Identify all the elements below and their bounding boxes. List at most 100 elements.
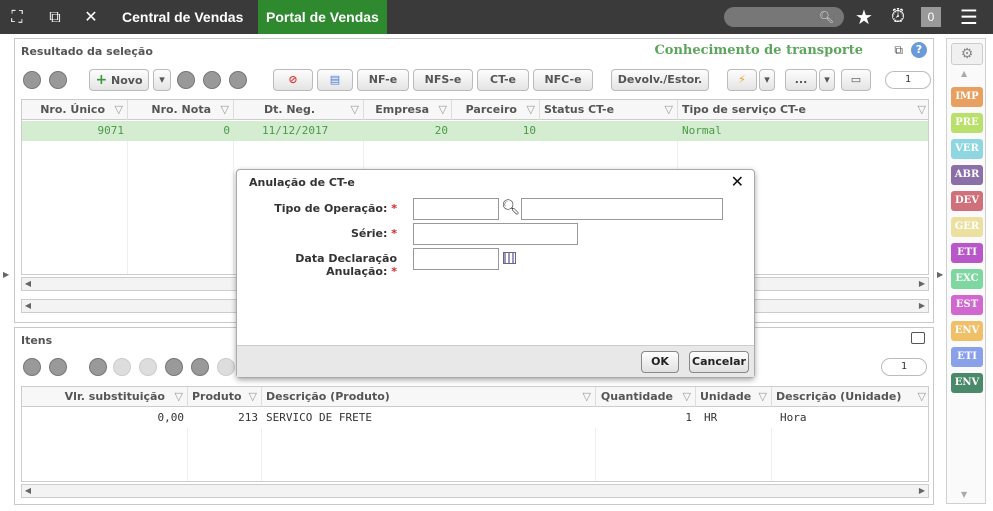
filter-icon: ▽ (758, 390, 767, 403)
sidebar-button-ger[interactable]: GER (951, 217, 983, 237)
sidebar-button-imp[interactable]: IMP (951, 87, 983, 107)
cancel-button[interactable]: Cancelar (689, 351, 749, 373)
serie-input[interactable] (413, 223, 578, 245)
col-descricao-produto[interactable]: Descrição (Produto) ▽ (262, 387, 596, 407)
cte-button[interactable]: CT-e (477, 69, 529, 91)
report-button[interactable]: ▤ (317, 69, 353, 91)
col-unidade[interactable]: Unidade ▽ (696, 387, 772, 407)
confirm-icon[interactable] (217, 358, 235, 376)
table-row[interactable]: 0,00 213 SERVICO DE FRETE 1 HR Hora (22, 408, 928, 428)
calendar-icon[interactable] (503, 252, 516, 264)
sidebar-button-eti[interactable]: ETI (951, 243, 983, 263)
nfe-button[interactable]: NF-e (357, 69, 409, 91)
col-produto[interactable]: Produto ▽ (188, 387, 262, 407)
previous-icon[interactable] (139, 358, 157, 376)
col-empresa[interactable]: Empresa ▽ (364, 100, 452, 120)
scroll-left-icon[interactable]: ◀ (22, 300, 34, 312)
tipo-operacao-label: Tipo de Operação: * (274, 202, 397, 215)
document-type-title: Conhecimento de transporte (654, 43, 863, 58)
col-descricao-unidade[interactable]: Descrição (Unidade) ▽ (772, 387, 928, 407)
data-declaracao-input[interactable] (413, 248, 499, 270)
nfse-button[interactable]: NFS-e (413, 69, 473, 91)
menu-icon[interactable]: ☰ (954, 0, 984, 34)
col-status-cte[interactable]: Status CT-e ▽ (540, 100, 678, 120)
scroll-up-icon[interactable]: ▲ (961, 69, 967, 78)
scroll-right-icon[interactable]: ▶ (916, 278, 928, 290)
copy-record-icon[interactable] (177, 71, 195, 89)
copy-icon[interactable] (89, 358, 107, 376)
sidebar-button-env-2[interactable]: ENV (951, 373, 983, 393)
grid-view-icon[interactable] (23, 71, 41, 89)
lightning-dropdown-button[interactable]: ▾ (759, 69, 775, 91)
options-icon[interactable] (49, 358, 67, 376)
col-quantidade[interactable]: Quantidade ▽ (596, 387, 696, 407)
first-icon[interactable] (113, 358, 131, 376)
filter-icon: ▽ (174, 390, 183, 403)
filter-icon: ▽ (220, 103, 229, 116)
last-icon[interactable] (191, 358, 209, 376)
close-icon[interactable]: ✕ (80, 0, 102, 34)
alarm-clock-icon[interactable]: ⏰︎ (886, 0, 910, 34)
sidebar-button-abr[interactable]: ABR (951, 165, 983, 185)
sidebar-button-eti-2[interactable]: ETI (951, 347, 983, 367)
tab-central-de-vendas[interactable]: Central de Vendas (114, 0, 251, 34)
col-nro-nota[interactable]: Nro. Nota ▽ (128, 100, 234, 120)
search-input[interactable]: 🔍︎ (724, 7, 844, 27)
new-button[interactable]: + Novo (89, 69, 149, 91)
windows-icon[interactable]: ⧉ (44, 0, 66, 34)
items-title: Itens (21, 334, 53, 347)
panel-title: Resultado da seleção (21, 45, 153, 58)
nfce-button[interactable]: NFC-e (533, 69, 593, 91)
scroll-left-icon[interactable]: ◀ (22, 278, 34, 290)
next-icon[interactable] (165, 358, 183, 376)
sidebar-button-env[interactable]: ENV (951, 321, 983, 341)
tipo-operacao-input[interactable] (413, 198, 499, 220)
devolv-estor-button[interactable]: Devolv./Estor. (611, 69, 709, 91)
copy-icon[interactable]: ⧉ (894, 43, 903, 58)
save-button[interactable]: ▭ (841, 69, 871, 91)
left-collapse-icon[interactable]: ▶ (3, 270, 9, 279)
expand-icon[interactable]: ⛶ (6, 0, 28, 34)
tipo-operacao-description-input[interactable] (521, 198, 723, 220)
items-page-indicator[interactable]: 1 (881, 358, 927, 376)
page-indicator[interactable]: 1 (885, 71, 931, 89)
sidebar-button-ver[interactable]: VER (951, 139, 983, 159)
col-nro-unico[interactable]: Nro. Único ▽ (22, 100, 128, 120)
sidebar-button-est[interactable]: EST (951, 295, 983, 315)
more-dropdown-button[interactable]: ▾ (819, 69, 835, 91)
col-dt-neg[interactable]: Dt. Neg. ▽ (234, 100, 364, 120)
ok-button[interactable]: OK (641, 351, 679, 373)
col-tipo-servico[interactable]: Tipo de serviço CT-e ▽ (678, 100, 928, 120)
scroll-left-icon[interactable]: ◀ (22, 485, 34, 497)
cancel-note-button[interactable]: ⊘ (273, 69, 313, 91)
refresh-icon[interactable] (229, 71, 247, 89)
search-icon[interactable]: 🔍︎ (501, 198, 520, 216)
new-dropdown-button[interactable]: ▾ (153, 69, 171, 91)
options-icon[interactable] (49, 71, 67, 89)
right-collapse-icon[interactable]: ▶ (937, 270, 943, 279)
delete-record-icon[interactable] (203, 71, 221, 89)
col-vlr-substituicao[interactable]: Vlr. substituição ▽ (22, 387, 188, 407)
lightning-button[interactable]: ⚡ (727, 69, 757, 91)
filter-icon: ▽ (350, 103, 359, 116)
scroll-down-icon[interactable]: ▼ (961, 490, 967, 499)
tab-portal-de-vendas[interactable]: Portal de Vendas (258, 0, 387, 34)
sidebar-button-exc[interactable]: EXC (951, 269, 983, 289)
scroll-right-icon[interactable]: ▶ (916, 300, 928, 312)
items-horizontal-scrollbar[interactable]: ◀ ▶ (21, 484, 929, 498)
gear-icon[interactable]: ⚙ (951, 43, 983, 65)
col-parceiro[interactable]: Parceiro ▽ (452, 100, 540, 120)
sidebar-button-dev[interactable]: DEV (951, 191, 983, 211)
star-icon[interactable]: ★ (852, 0, 876, 34)
notification-badge[interactable]: 0 (921, 7, 941, 27)
more-button[interactable]: ... (785, 69, 817, 91)
help-icon[interactable]: ? (911, 42, 927, 58)
maximize-icon[interactable] (911, 332, 925, 344)
scroll-right-icon[interactable]: ▶ (916, 485, 928, 497)
filter-icon: ▽ (526, 103, 535, 116)
table-row[interactable]: 9071 0 11/12/2017 20 10 Normal (22, 121, 928, 141)
grid-view-icon[interactable] (23, 358, 41, 376)
close-icon[interactable]: ✕ (731, 172, 744, 191)
sidebar-button-pre[interactable]: PRE (951, 113, 983, 133)
required-mark: * (391, 265, 397, 278)
